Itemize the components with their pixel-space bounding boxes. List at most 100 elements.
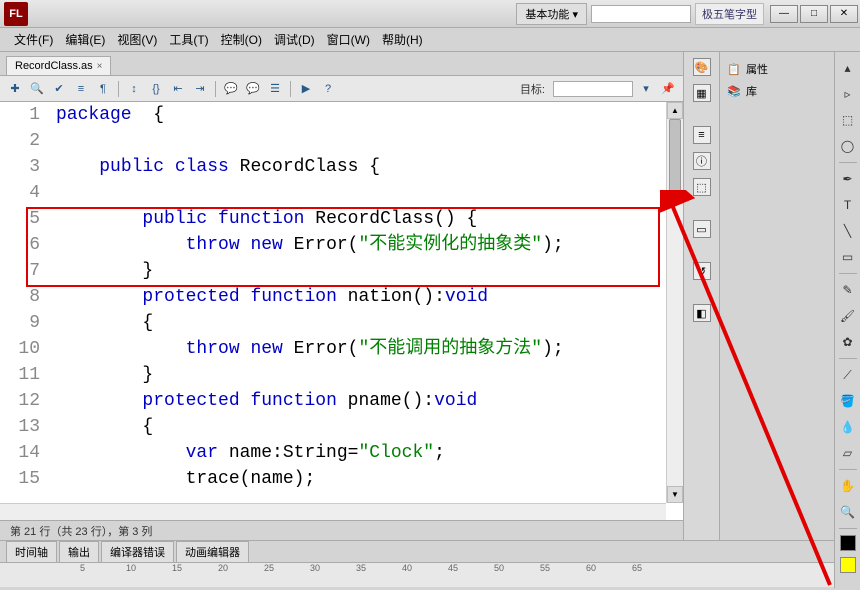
line-number: 8 <box>0 284 48 310</box>
menu-window[interactable]: 窗口(W) <box>321 29 376 50</box>
ruler-tick: 5 <box>80 563 126 573</box>
code-line[interactable]: trace(name); <box>48 466 564 492</box>
scroll-up-icon[interactable]: ▲ <box>667 102 683 119</box>
maximize-button[interactable]: □ <box>800 5 828 23</box>
tab-recordclass[interactable]: RecordClass.as × <box>6 56 111 75</box>
properties-icon: 📋 <box>726 61 742 77</box>
line-tool-icon[interactable]: ╲ <box>838 221 858 241</box>
app-icon: FL <box>4 2 28 26</box>
pin-icon[interactable]: 📌 <box>659 80 677 98</box>
format-icon[interactable]: ≡ <box>72 80 90 98</box>
sample-panel-icon[interactable]: ◧ <box>693 304 711 322</box>
search-input[interactable] <box>591 5 691 23</box>
deco-tool-icon[interactable]: ✿ <box>838 332 858 352</box>
code-line[interactable]: } <box>48 362 564 388</box>
code-line[interactable]: } <box>48 258 564 284</box>
panel-label: 库 <box>746 83 757 99</box>
tab-motion-editor[interactable]: 动画编辑器 <box>176 541 249 563</box>
add-icon[interactable]: ✚ <box>6 80 24 98</box>
menu-control[interactable]: 控制(O) <box>215 29 268 50</box>
check-icon[interactable]: ✔ <box>50 80 68 98</box>
info-panel-icon[interactable]: ⓘ <box>693 152 711 170</box>
code-line[interactable]: var name:String="Clock"; <box>48 440 564 466</box>
horizontal-scrollbar[interactable] <box>0 503 666 520</box>
code-line[interactable]: throw new Error("不能实例化的抽象类"); <box>48 232 564 258</box>
tab-compiler-errors[interactable]: 编译器错误 <box>101 541 174 563</box>
code-line[interactable]: package { <box>48 102 564 128</box>
scroll-thumb[interactable] <box>669 119 681 199</box>
bone-tool-icon[interactable]: ⟋ <box>838 365 858 385</box>
align-panel-icon[interactable]: ≡ <box>693 126 711 144</box>
pen-tool-icon[interactable]: ✒ <box>838 169 858 189</box>
code-line[interactable]: public function RecordClass() { <box>48 206 564 232</box>
hand-tool-icon[interactable]: ✋ <box>838 476 858 496</box>
code-line[interactable]: { <box>48 414 564 440</box>
ime-indicator: 极五笔字型 <box>695 3 764 25</box>
menu-edit[interactable]: 编辑(E) <box>59 29 111 50</box>
pencil-tool-icon[interactable]: ✎ <box>838 280 858 300</box>
panel-library[interactable]: 📚 库 <box>724 80 830 102</box>
brace-icon[interactable]: {} <box>147 80 165 98</box>
scroll-down-icon[interactable]: ▼ <box>667 486 683 503</box>
code-line[interactable]: throw new Error("不能调用的抽象方法"); <box>48 336 564 362</box>
vertical-scrollbar[interactable]: ▲ ▼ <box>666 102 683 503</box>
code-editor[interactable]: 1package {23 public class RecordClass {4… <box>0 102 683 520</box>
outdent-icon[interactable]: ⇤ <box>169 80 187 98</box>
rectangle-tool-icon[interactable]: ▭ <box>838 247 858 267</box>
lasso-tool-icon[interactable]: ◯ <box>838 136 858 156</box>
stroke-color-swatch[interactable] <box>840 535 856 551</box>
eyedropper-tool-icon[interactable]: 💧 <box>838 417 858 437</box>
brush-tool-icon[interactable]: 🖌 <box>838 306 858 326</box>
timeline-ruler[interactable]: 5101520253035404550556065 <box>0 563 860 587</box>
tab-output[interactable]: 输出 <box>59 541 99 563</box>
uncomment-icon[interactable]: 💬 <box>244 80 262 98</box>
code-line[interactable] <box>48 128 564 154</box>
panel-properties[interactable]: 📋 属性 <box>724 58 830 80</box>
line-number: 14 <box>0 440 48 466</box>
paint-bucket-tool-icon[interactable]: 🪣 <box>838 391 858 411</box>
transform-panel-icon[interactable]: ⬚ <box>693 178 711 196</box>
selection-tool-icon[interactable]: ▴ <box>838 58 858 78</box>
fill-color-swatch[interactable] <box>840 557 856 573</box>
text-tool-icon[interactable]: T <box>838 195 858 215</box>
menu-debug[interactable]: 调试(D) <box>268 29 321 50</box>
target-dropdown-icon[interactable]: ▾ <box>637 80 655 98</box>
menu-view[interactable]: 视图(V) <box>111 29 163 50</box>
tab-timeline[interactable]: 时间轴 <box>6 541 57 563</box>
bookmark-icon[interactable]: ☰ <box>266 80 284 98</box>
line-number: 2 <box>0 128 48 154</box>
menu-help[interactable]: 帮助(H) <box>376 29 429 50</box>
code-line[interactable]: { <box>48 310 564 336</box>
code-line[interactable]: protected function pname():void <box>48 388 564 414</box>
history-panel-icon[interactable]: ↺ <box>693 262 711 280</box>
editor-toolbar: ✚ 🔍 ✔ ≡ ¶ ↕ {} ⇤ ⇥ 💬 💬 ☰ ▶ ? 目标: ▾ 📌 <box>0 76 683 102</box>
code-line[interactable] <box>48 180 564 206</box>
minimize-button[interactable]: — <box>770 5 798 23</box>
components-panel-icon[interactable]: ▭ <box>693 220 711 238</box>
code-line[interactable]: protected function nation():void <box>48 284 564 310</box>
workspace-switcher[interactable]: 基本功能 ▾ <box>516 3 587 25</box>
line-number: 13 <box>0 414 48 440</box>
help-icon[interactable]: ? <box>319 80 337 98</box>
comment-icon[interactable]: 💬 <box>222 80 240 98</box>
menu-tools[interactable]: 工具(T) <box>163 29 214 50</box>
indent-icon[interactable]: ⇥ <box>191 80 209 98</box>
ruler-tick: 50 <box>494 563 540 573</box>
close-button[interactable]: ✕ <box>830 5 858 23</box>
find-icon[interactable]: 🔍 <box>28 80 46 98</box>
menu-file[interactable]: 文件(F) <box>8 29 59 50</box>
target-input[interactable] <box>553 81 633 97</box>
free-transform-tool-icon[interactable]: ⬚ <box>838 110 858 130</box>
hint-icon[interactable]: ¶ <box>94 80 112 98</box>
color-panel-icon[interactable]: 🎨 <box>693 58 711 76</box>
debug-icon[interactable]: ▶ <box>297 80 315 98</box>
collapse-icon[interactable]: ↕ <box>125 80 143 98</box>
code-line[interactable]: public class RecordClass { <box>48 154 564 180</box>
eraser-tool-icon[interactable]: ▱ <box>838 443 858 463</box>
line-number: 7 <box>0 258 48 284</box>
swatches-panel-icon[interactable]: ▦ <box>693 84 711 102</box>
subselection-tool-icon[interactable]: ▹ <box>838 84 858 104</box>
ruler-tick: 55 <box>540 563 586 573</box>
zoom-tool-icon[interactable]: 🔍 <box>838 502 858 522</box>
tab-close-icon[interactable]: × <box>97 61 103 72</box>
